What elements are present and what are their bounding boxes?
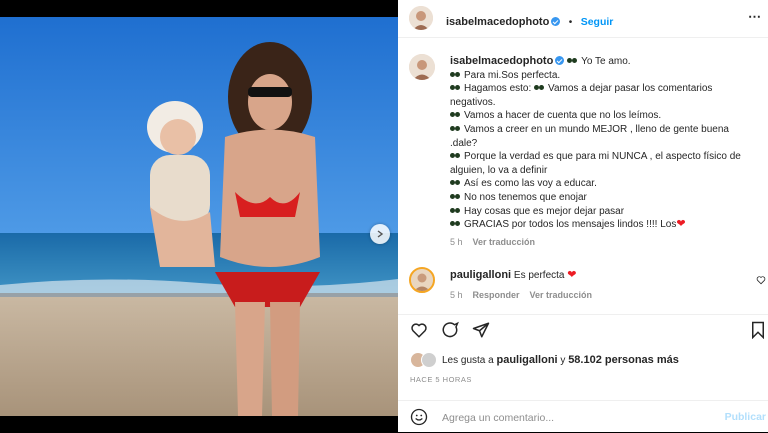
caption-line: Porque la verdad es que para mi NUNCA , … <box>464 151 741 163</box>
caption-translate-link[interactable]: Ver traducción <box>473 237 536 247</box>
caption-meta: 5 h Ver traducción <box>450 236 760 250</box>
comment-icon[interactable] <box>441 321 459 339</box>
emoji-icon <box>534 84 545 91</box>
action-bar <box>398 314 768 343</box>
next-slide-button[interactable] <box>370 224 390 244</box>
follow-button[interactable]: Seguir <box>581 16 614 28</box>
save-icon[interactable] <box>750 321 766 339</box>
post-timestamp: HACE 5 HORAS <box>410 375 472 384</box>
author-avatar[interactable] <box>409 6 433 30</box>
verified-icon <box>555 56 565 65</box>
emoji-icon <box>450 84 461 91</box>
caption-line: Hay cosas que es mejor dejar pasar <box>464 205 625 217</box>
post-media[interactable] <box>0 17 398 416</box>
heart-emoji-icon: ❤ <box>567 269 577 281</box>
caption-author-avatar-image <box>409 54 435 80</box>
commenter-avatar-image <box>411 269 433 291</box>
caption-time: 5 h <box>450 236 463 247</box>
comment-like-icon[interactable] <box>756 275 766 285</box>
publish-button[interactable]: Publicar <box>725 411 766 423</box>
emoji-icon <box>450 71 461 78</box>
emoji-icon <box>450 152 461 159</box>
caption-line: No nos tenemos que enojar <box>464 191 587 203</box>
emoji-icon <box>450 220 461 227</box>
liker-avatar <box>421 352 437 368</box>
media-bottom-bar <box>0 416 398 432</box>
comment-meta: 5 h Responder Ver traducción <box>450 290 750 300</box>
caption-line: Vamos a dejar pasar los comentarios <box>548 83 713 95</box>
comment: pauligalloni Es perfecta ❤ 5 h Responder V… <box>450 268 750 300</box>
emoji-icon <box>450 193 461 200</box>
add-comment-bar: Publicar <box>398 400 768 433</box>
caption-line: alguien, lo va a definir <box>450 164 548 176</box>
post-header: isabelmacedophoto • Seguir ⋯ <box>398 0 768 38</box>
dot-separator: • <box>568 17 573 28</box>
heart-emoji-icon: ❤ <box>676 218 686 231</box>
commenter-avatar[interactable] <box>409 267 435 293</box>
likes-prefix: Les gusta a <box>442 354 494 366</box>
comment-translate-link[interactable]: Ver traducción <box>530 290 593 300</box>
emoji-icon <box>450 125 461 132</box>
like-icon[interactable] <box>410 321 428 339</box>
verified-icon <box>551 17 561 26</box>
media-top-bar <box>0 0 398 17</box>
reply-button[interactable]: Responder <box>473 290 520 300</box>
comment-author[interactable]: pauligalloni <box>450 269 511 281</box>
more-options-icon[interactable]: ⋯ <box>748 9 762 25</box>
caption-line: .dale? <box>450 137 478 149</box>
header-user: isabelmacedophoto • Seguir <box>446 12 613 30</box>
caption-line: negativos. <box>450 96 496 108</box>
caption-line: Vamos a creer en un mundo MEJOR , lleno … <box>464 123 729 135</box>
likes-count[interactable]: 58.102 personas más <box>568 354 679 366</box>
comment-time: 5 h <box>450 290 463 300</box>
post-panel: isabelmacedophoto • Seguir ⋯ isabelmaced… <box>398 0 768 432</box>
emoji-icon <box>450 207 461 214</box>
comment-text: Es perfecta <box>513 270 565 281</box>
caption-line: Vamos a hacer de cuenta que no los leímo… <box>464 110 662 122</box>
emoji-icon <box>450 179 461 186</box>
likes-summary: Les gusta a pauligalloni y 58.102 person… <box>410 352 679 368</box>
caption-line: Así es como las voy a educar. <box>464 178 597 190</box>
emoji-picker-icon[interactable] <box>410 408 428 426</box>
likes-connector: y <box>560 354 566 366</box>
share-icon[interactable] <box>472 321 490 339</box>
post-caption: isabelmacedophoto Yo Te amo. Para mi.Sos… <box>450 55 760 249</box>
caption-line: Hagamos esto: <box>464 83 535 95</box>
likes-user[interactable]: pauligalloni <box>497 354 558 366</box>
caption-line: Yo Te amo. <box>581 56 631 67</box>
caption-line: Para mi.Sos perfecta. <box>464 69 561 81</box>
author-avatar-image <box>409 6 433 30</box>
caption-author-avatar[interactable] <box>409 54 435 80</box>
emoji-icon <box>450 111 461 118</box>
caption-author-username[interactable]: isabelmacedophoto <box>450 55 553 67</box>
beach-photo <box>0 17 398 416</box>
caption-line: GRACIAS por todos los mensajes lindos !!… <box>464 219 677 231</box>
chevron-right-icon <box>377 230 384 238</box>
comment-input[interactable] <box>440 409 704 427</box>
author-username[interactable]: isabelmacedophoto <box>446 16 549 28</box>
emoji-icon <box>567 57 578 64</box>
